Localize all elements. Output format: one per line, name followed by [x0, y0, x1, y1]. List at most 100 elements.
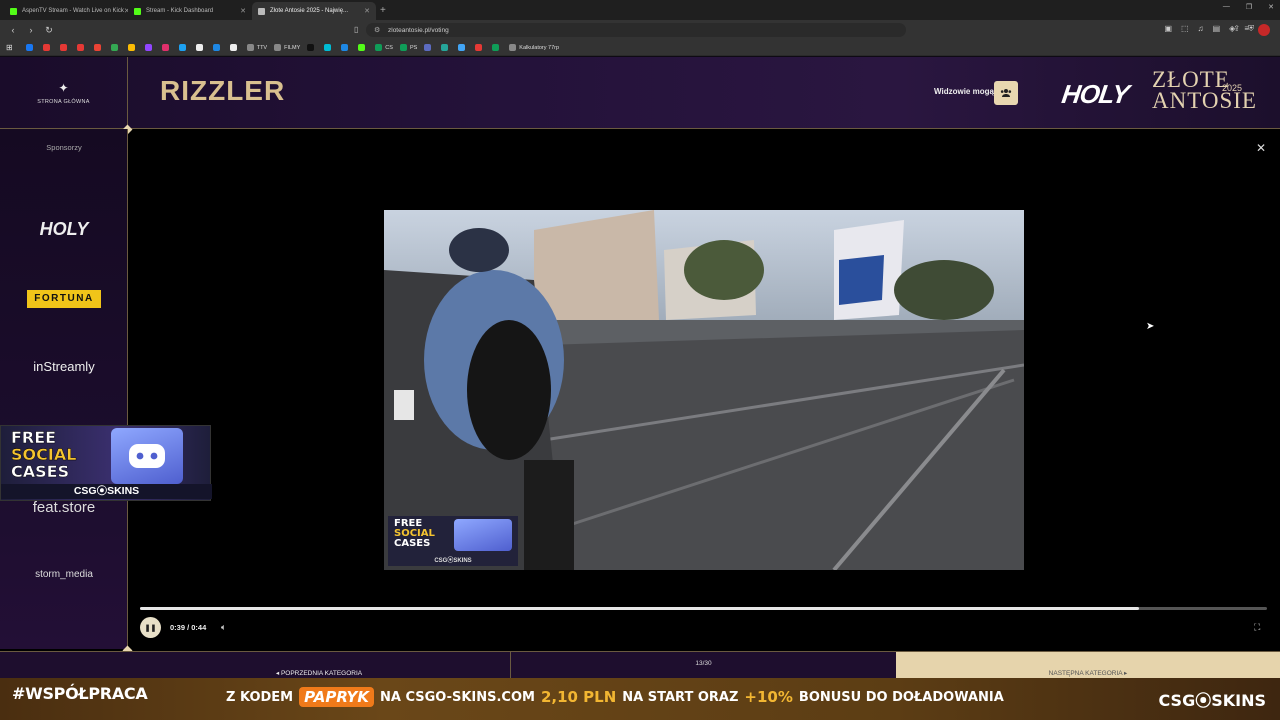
category-nav: ◂ POPRZEDNIA KATEGORIA 13/30 NASTĘPNA KA…	[0, 651, 1280, 680]
profile-avatar[interactable]	[1258, 24, 1270, 36]
bookmark-item[interactable]: TTV	[246, 44, 268, 51]
fullscreen-icon[interactable]: ⛶	[1254, 622, 1260, 633]
new-tab-button[interactable]: +	[380, 5, 386, 16]
viewers-label: Widzowie mogą	[934, 87, 994, 96]
ticker-amount: 2,10 PLN	[540, 688, 617, 706]
bookmark-item[interactable]	[492, 44, 502, 51]
home-button[interactable]: ✦ STRONA GŁÓWNA	[0, 57, 128, 129]
users-icon	[1000, 89, 1012, 97]
sponsor-stormmedia[interactable]: storm_media	[0, 569, 128, 580]
prev-category-button[interactable]: ◂ POPRZEDNIA KATEGORIA	[128, 652, 511, 680]
bookmark-item[interactable]	[441, 44, 451, 51]
bookmark-item[interactable]	[127, 44, 138, 51]
tab-close-icon[interactable]: ✕	[240, 7, 246, 15]
bookmark-item[interactable]	[229, 44, 240, 51]
wallet-icon[interactable]: ◈	[1229, 24, 1235, 36]
bookmark-item[interactable]	[195, 44, 206, 51]
media-icon[interactable]: ♫	[1198, 24, 1204, 36]
bookmark-item[interactable]: PS	[399, 44, 417, 51]
tab-close-icon[interactable]: ✕	[364, 7, 370, 15]
bookmark-item[interactable]	[358, 44, 368, 51]
bookmark-item[interactable]	[144, 44, 155, 51]
puzzle-icon[interactable]: ⬚	[1181, 24, 1189, 36]
bookmark-label: TTV	[256, 44, 268, 51]
promo-line2: SOCIAL	[11, 445, 77, 464]
address-input[interactable]: ⚙ zloteantosie.pl/voting	[366, 23, 906, 37]
bookmark-item[interactable]	[458, 44, 468, 51]
bookmark-item[interactable]: Kalkulatory 77rp	[509, 44, 559, 51]
extension-icon[interactable]: ▣	[1164, 24, 1172, 36]
bookmark-item[interactable]	[76, 44, 87, 51]
bookmark-item[interactable]: CS	[375, 44, 393, 51]
prev-category-label: POPRZEDNIA KATEGORIA	[280, 670, 363, 677]
next-category-label: NASTĘPNA KATEGORIA	[1048, 670, 1123, 677]
promo-line3: CASES	[11, 462, 70, 481]
bookmark-item[interactable]	[178, 44, 189, 51]
bookmark-item[interactable]	[110, 44, 121, 51]
ticker-brand: CSG⦿SKINS	[1158, 691, 1267, 710]
video-progress-bar[interactable]	[140, 607, 1267, 610]
sponsor-featstore[interactable]: feat.store	[0, 499, 128, 516]
next-category-button[interactable]: NASTĘPNA KATEGORIA ▸	[896, 652, 1280, 680]
tab-favicon-icon	[258, 7, 265, 15]
close-icon[interactable]: ✕	[1256, 141, 1266, 155]
sponsor-ticker: #WSPÓŁPRACA Z KODEM PAPRYK NA CSGO-SKINS…	[0, 678, 1280, 720]
page: ✦ STRONA GŁÓWNA RIZZLER Widzowie mogą HO…	[0, 57, 1280, 720]
reload-icon[interactable]: ↻	[44, 25, 54, 36]
category-counter-text: 13/30	[695, 660, 712, 667]
bookmark-favicon-icon	[274, 44, 282, 51]
bookmark-item[interactable]	[324, 44, 334, 51]
volume-icon[interactable]: 🔈︎	[221, 622, 226, 633]
bookmark-favicon-icon	[229, 44, 237, 51]
bookmark-favicon-icon	[25, 44, 33, 51]
minimize-icon[interactable]: —	[1223, 3, 1230, 11]
restore-icon[interactable]: ❐	[1246, 3, 1252, 11]
browser-tab[interactable]: AspenTV Stream - Watch Live on Kick ✕	[4, 2, 128, 20]
bookmark-item[interactable]	[307, 44, 317, 51]
sponsor-holy[interactable]: HOLY	[0, 219, 128, 240]
bookmark-favicon-icon	[161, 44, 169, 51]
video-progress-fill	[140, 607, 1139, 610]
menu-icon[interactable]: ≡	[1244, 24, 1249, 36]
bookmark-favicon-icon	[178, 44, 186, 51]
video-promo-brand: CSG⦿SKINS	[434, 558, 472, 564]
bookmark-item[interactable]	[42, 44, 53, 51]
page-header: ✦ STRONA GŁÓWNA RIZZLER Widzowie mogą HO…	[0, 57, 1280, 129]
bookmark-item[interactable]	[475, 44, 485, 51]
tab-favicon-icon	[10, 7, 17, 15]
browser-toolbar: ‹ › ↻ ▯ ⚙ zloteantosie.pl/voting ⇪ ⛨ ▲ ▣…	[0, 20, 1280, 40]
bookmark-favicon-icon	[76, 44, 84, 51]
bookmark-item[interactable]	[25, 44, 36, 51]
tab-favicon-icon	[134, 7, 141, 15]
bookmark-favicon-icon	[324, 44, 332, 51]
bookmark-item[interactable]	[93, 44, 104, 51]
event-year: 2025	[1222, 83, 1243, 93]
bookmark-item[interactable]: FILMY	[274, 44, 300, 51]
category-title: RIZZLER	[160, 75, 286, 106]
sponsor-instreamly[interactable]: inStreamly	[0, 359, 128, 374]
bookmark-icon[interactable]: ▯	[354, 25, 358, 34]
sponsor-fortuna[interactable]: FORTUNA	[27, 290, 101, 308]
tab-title: Stream - Kick Dashboard	[146, 8, 214, 14]
browser-tab[interactable]: Złote Antosie 2025 - Najwię... ✕	[252, 2, 376, 20]
sidebar-icon[interactable]: ▤	[1213, 24, 1221, 36]
site-info-icon[interactable]: ⚙	[374, 26, 380, 34]
close-window-icon[interactable]: ✕	[1268, 3, 1274, 11]
viewers-button[interactable]	[994, 81, 1018, 105]
bookmark-item[interactable]	[341, 44, 351, 51]
browser-tab[interactable]: Stream - Kick Dashboard ✕	[128, 2, 252, 20]
bookmark-item[interactable]	[424, 44, 434, 51]
bookmark-favicon-icon	[341, 44, 349, 51]
bookmark-favicon-icon	[59, 44, 67, 51]
bookmark-item[interactable]	[161, 44, 172, 51]
apps-icon[interactable]: ⊞	[6, 43, 13, 52]
bookmark-favicon-icon	[492, 44, 500, 51]
forward-icon[interactable]: ›	[26, 25, 36, 35]
video-frame[interactable]: FREE SOCIAL CASES CSG⦿SKINS	[384, 210, 1024, 570]
bookmark-item[interactable]	[212, 44, 223, 51]
bookmark-item[interactable]	[59, 44, 70, 51]
event-logo-line2: ANTOSIE	[1152, 88, 1257, 113]
pause-button[interactable]: ❚❚	[140, 617, 161, 638]
back-icon[interactable]: ‹	[8, 25, 18, 35]
discord-icon	[129, 444, 165, 468]
